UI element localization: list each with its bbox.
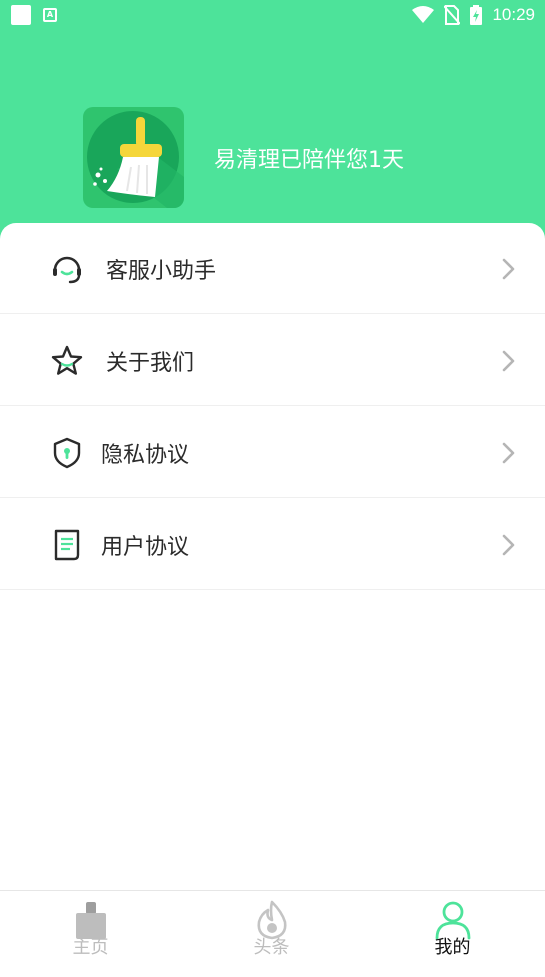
menu-item-privacy-policy[interactable]: 隐私协议: [0, 407, 545, 498]
app-logo: [83, 107, 184, 208]
a-icon: A: [43, 8, 57, 22]
chevron-right-icon: [502, 534, 515, 556]
menu-item-label: 关于我们: [106, 351, 195, 376]
menu-item-about-us[interactable]: 关于我们: [0, 315, 545, 406]
shield-icon: [53, 437, 81, 469]
app-square-icon: [11, 5, 31, 25]
tab-label: 主页: [72, 937, 109, 958]
status-time: 10:29: [492, 5, 535, 24]
tab-home[interactable]: 主页: [0, 891, 181, 977]
battery-charging-icon: [470, 5, 483, 25]
tab-label: 头条: [253, 937, 290, 958]
profile-header: A 10:29 易清理已陪伴您1天: [0, 0, 545, 260]
broom-icon: [87, 111, 184, 208]
headset-icon: [53, 256, 81, 284]
menu-card: 客服小助手 关于我们 隐私协议 用户协议: [0, 223, 545, 893]
no-sim-icon: [444, 5, 461, 25]
bottom-tab-bar: 主页 头条 我的: [0, 890, 545, 977]
document-icon: [54, 529, 80, 561]
menu-item-user-agreement[interactable]: 用户协议: [0, 499, 545, 590]
tab-mine[interactable]: 我的: [362, 891, 543, 977]
tab-label: 我的: [434, 937, 471, 958]
star-icon: [51, 345, 83, 375]
tab-headlines[interactable]: 头条: [181, 891, 362, 977]
companion-days-text: 易清理已陪伴您1天: [214, 148, 404, 173]
chevron-right-icon: [502, 442, 515, 464]
menu-item-customer-service[interactable]: 客服小助手: [0, 223, 545, 314]
menu-item-label: 客服小助手: [106, 259, 217, 284]
chevron-right-icon: [502, 258, 515, 280]
wifi-icon: [412, 6, 435, 23]
menu-item-label: 用户协议: [101, 535, 190, 560]
chevron-right-icon: [502, 350, 515, 372]
status-bar: A 10:29: [0, 0, 545, 32]
menu-item-label: 隐私协议: [101, 443, 190, 468]
